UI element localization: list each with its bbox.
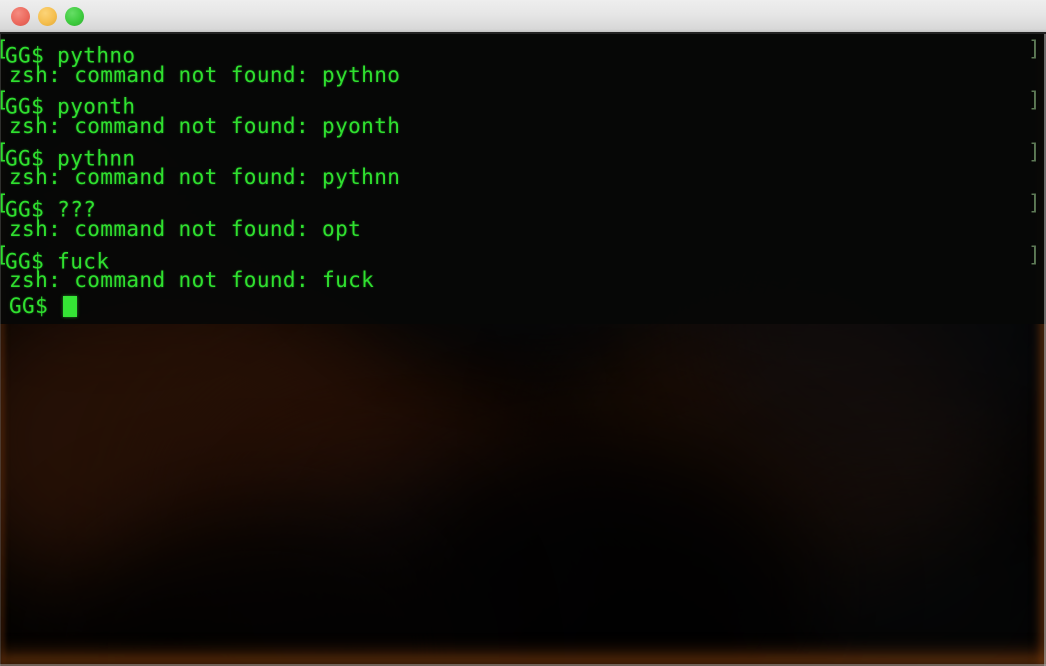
window-frame-left [0,34,1,666]
terminal-output-lines: [GG$ pythno]zsh: command not found: pyth… [0,37,1046,320]
prompt-trail-bracket: ] [1027,242,1041,267]
traffic-light-buttons [11,7,84,26]
prompt-trail-bracket: ] [1027,191,1041,216]
terminal-output-text: zsh: command not found: pythnn [9,165,401,190]
minimize-button[interactable] [38,7,57,26]
terminal-output-text: zsh: command not found: pyonth [9,114,401,139]
prompt-trail-bracket: ] [1027,88,1041,113]
close-button[interactable] [11,7,30,26]
terminal-line: zsh: command not found: fuck [0,268,1046,294]
terminal-line: zsh: command not found: pyonth [0,114,1046,140]
terminal-line: zsh: command not found: pythno [0,63,1046,89]
terminal-screen[interactable]: [GG$ pythno]zsh: command not found: pyth… [0,34,1046,666]
terminal-window[interactable]: [GG$ pythno]zsh: command not found: pyth… [0,0,1046,666]
text-cursor [63,295,78,317]
terminal-line: [GG$ pyonth] [0,88,1046,119]
terminal-command-text [48,294,61,318]
terminal-output-text: zsh: command not found: pythno [9,62,401,87]
terminal-current-line[interactable]: GG$ [0,294,1046,320]
maximize-button[interactable] [65,7,84,26]
shell-prompt: GG$ [9,293,49,318]
terminal-line: [GG$ ???] [0,191,1046,222]
terminal-output-text: zsh: command not found: opt [9,216,362,241]
terminal-line: [GG$ pythnn] [0,139,1046,171]
terminal-line: [GG$ fuck] [0,242,1046,274]
title-bar[interactable]: Terminal — zsh [0,0,1046,34]
terminal-output-text: zsh: command not found: fuck [9,268,375,293]
prompt-trail-bracket: ] [1027,139,1041,164]
prompt-trail-bracket: ] [1027,37,1041,61]
terminal-line: [GG$ pythno] [0,37,1046,68]
terminal-line: zsh: command not found: opt [0,217,1046,243]
terminal-line: zsh: command not found: pythnn [0,165,1046,191]
